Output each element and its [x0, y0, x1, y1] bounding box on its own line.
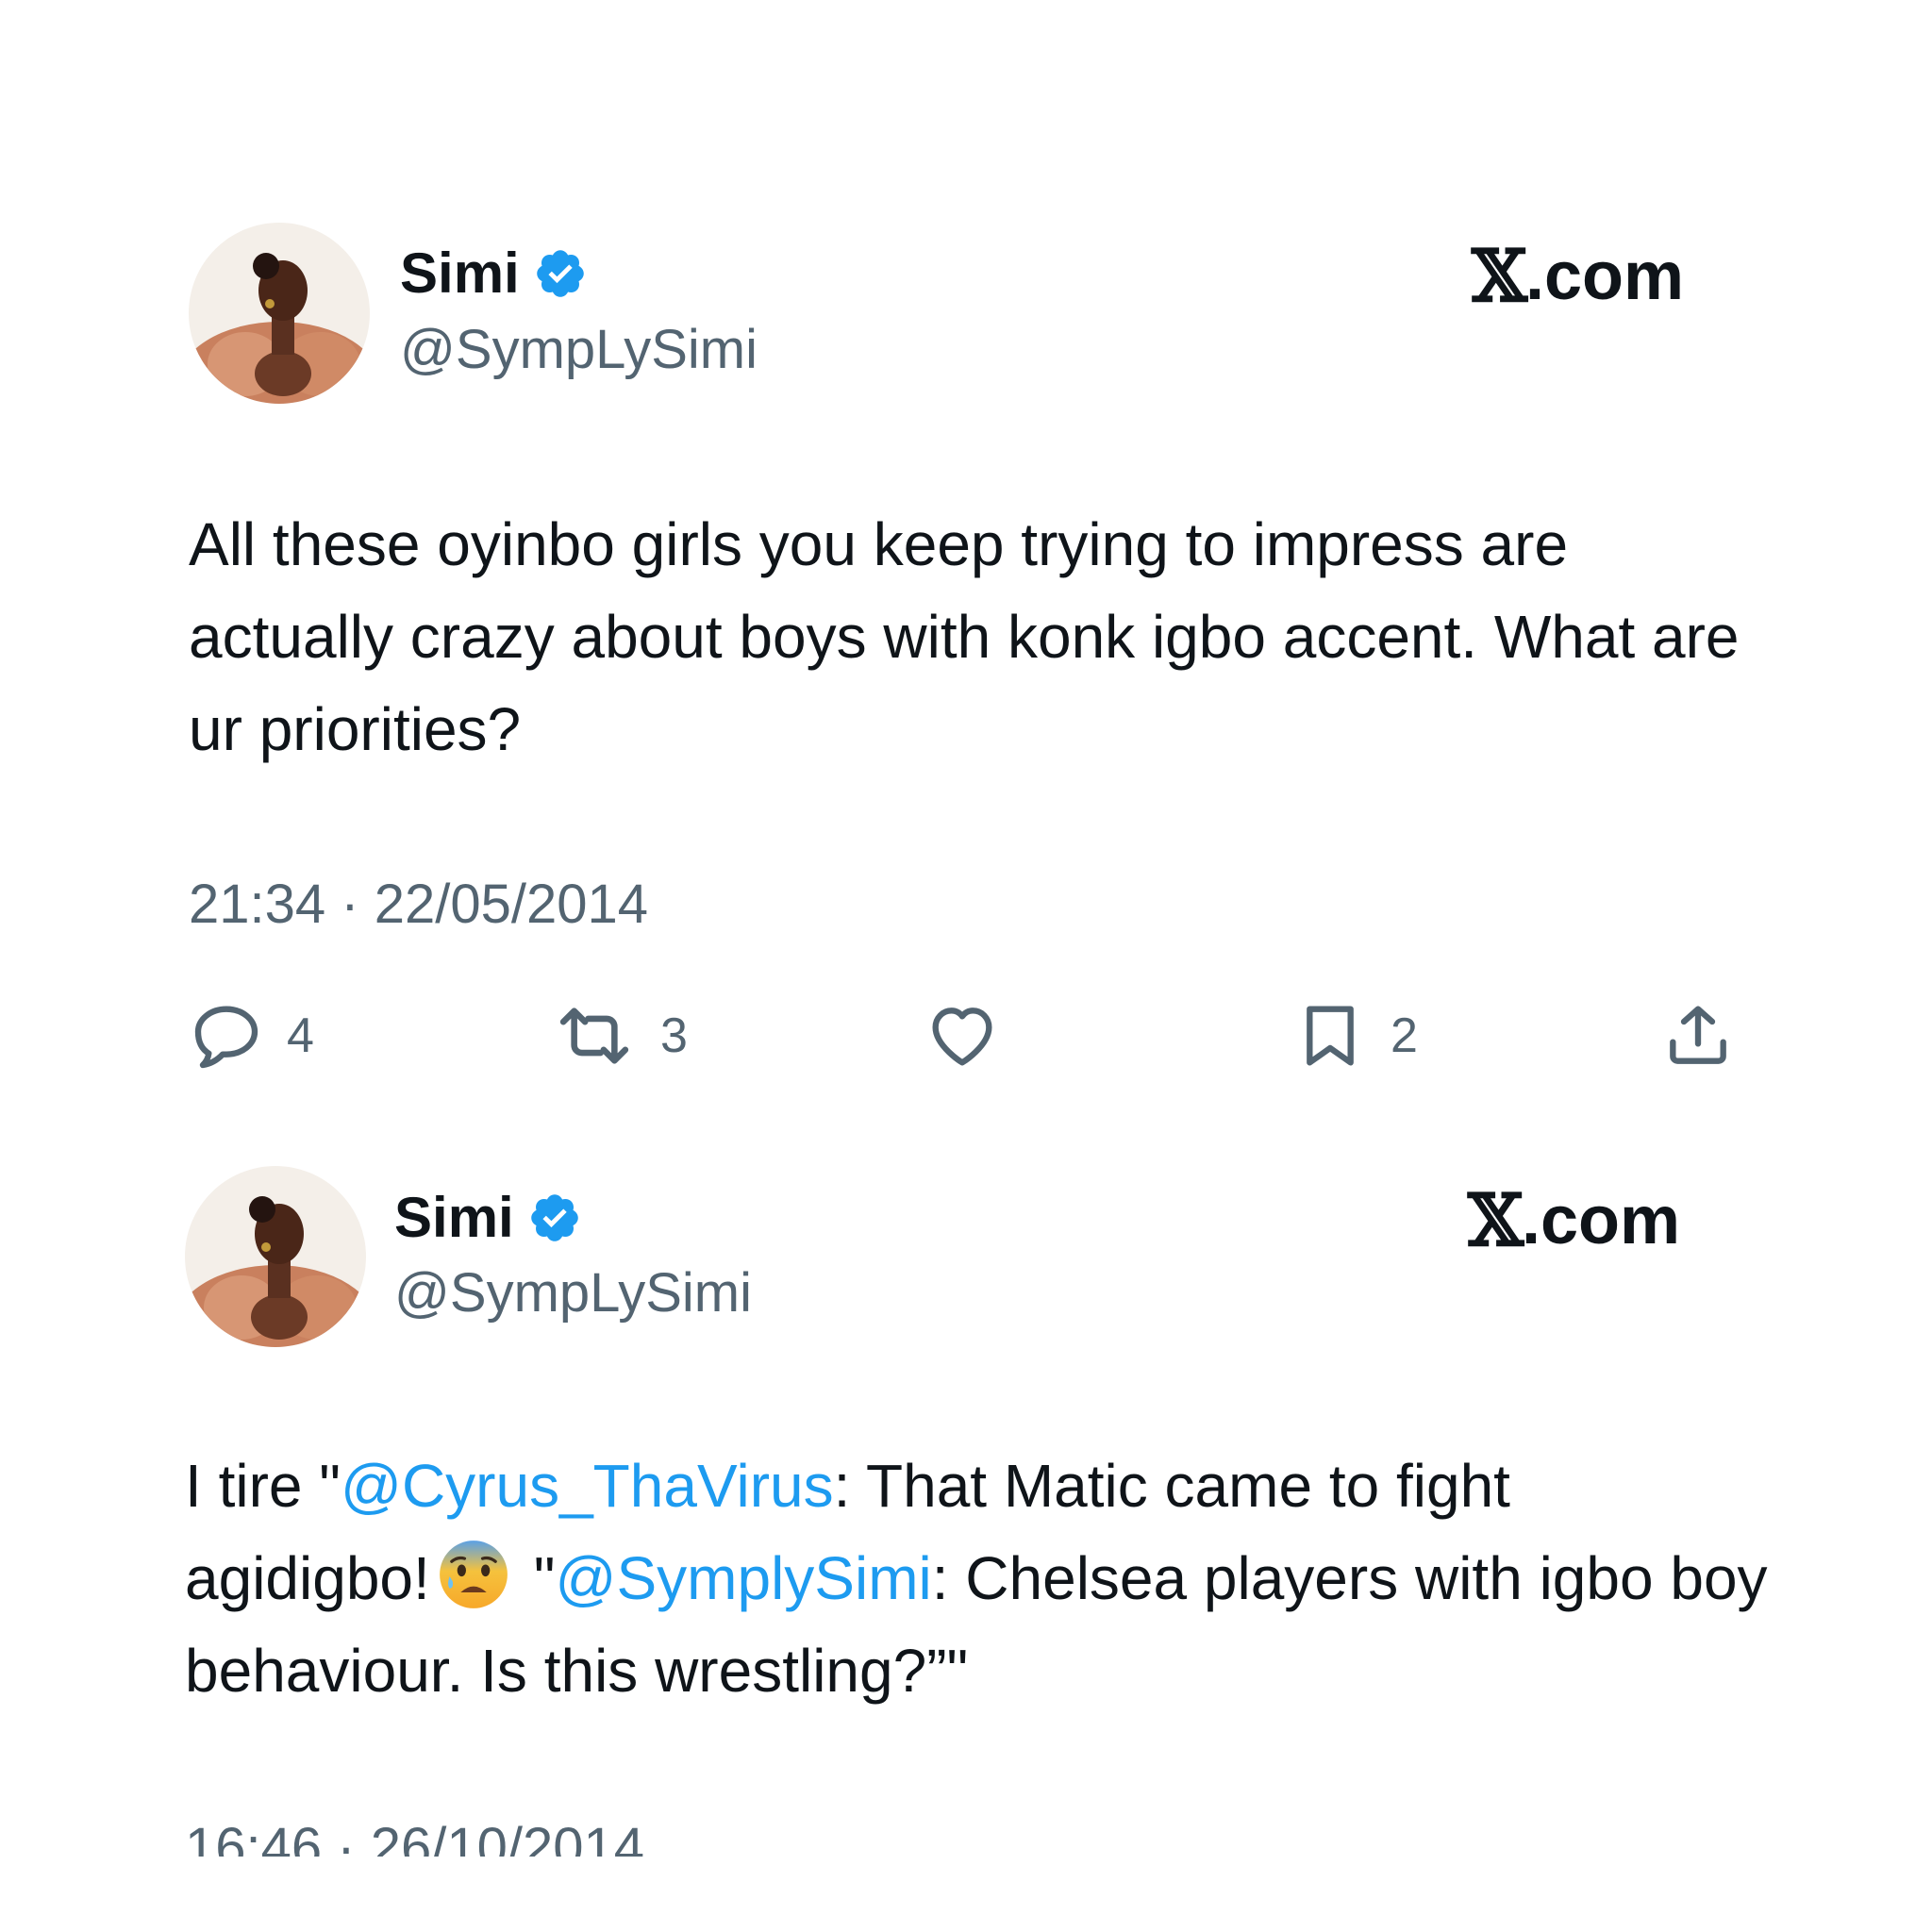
bookmark-button[interactable]: 2 [1292, 998, 1418, 1074]
share-icon [1660, 998, 1736, 1074]
reply-icon [189, 998, 264, 1074]
author-handle[interactable]: @SympLySimi [394, 1260, 752, 1326]
tweet-date: 26/10/2014 [370, 1817, 645, 1857]
tweet-text: I tire "@Cyrus_ThaVirus: That Matic came… [185, 1440, 1770, 1717]
tweet-date: 22/05/2014 [374, 874, 649, 935]
x-com-logo: 𝕏 .com [1468, 1178, 1681, 1262]
timestamp-separator: · [341, 874, 359, 935]
mention-link[interactable]: @SymplySimi [556, 1544, 932, 1612]
avatar[interactable] [189, 223, 370, 404]
repost-count: 3 [660, 1008, 688, 1063]
heart-icon [923, 998, 1002, 1074]
repost-button[interactable]: 3 [551, 998, 688, 1074]
timestamp-separator: · [337, 1817, 356, 1857]
tweet-time: 16:46 [185, 1817, 323, 1857]
author-name-row[interactable]: Simi [394, 1185, 582, 1251]
tweet-time: 21:34 [189, 874, 326, 935]
tweet-text-part: I tire " [185, 1452, 341, 1520]
tweet-text-part: " [533, 1544, 556, 1612]
anxious-face-emoji-icon [438, 1539, 509, 1610]
tweet-timestamp[interactable]: 16:46 · 26/10/2014 [185, 1815, 644, 1857]
mention-link[interactable]: @Cyrus_ThaVirus [341, 1452, 834, 1520]
x-com-logo: 𝕏 .com [1472, 234, 1685, 318]
timestamp-clip: 16:46 · 26/10/2014 [185, 1815, 940, 1857]
author-handle[interactable]: @SympLySimi [400, 317, 758, 383]
repost-icon [551, 998, 638, 1074]
x-com-domain: .com [1524, 239, 1685, 314]
author-name-row[interactable]: Simi [400, 241, 588, 307]
tweet-text: All these oyinbo girls you keep trying t… [189, 510, 1757, 763]
avatar[interactable] [185, 1166, 366, 1347]
x-logo-icon: 𝕏 [1468, 1178, 1524, 1262]
author-name[interactable]: Simi [394, 1185, 514, 1251]
x-logo-icon: 𝕏 [1472, 234, 1527, 318]
share-button[interactable] [1660, 998, 1736, 1074]
author-name[interactable]: Simi [400, 241, 520, 307]
bookmark-icon [1292, 998, 1368, 1074]
x-com-domain: .com [1521, 1183, 1681, 1258]
bookmark-count: 2 [1391, 1008, 1418, 1063]
like-button[interactable] [923, 998, 1002, 1074]
verified-badge-icon [533, 246, 588, 301]
reply-count: 4 [287, 1008, 314, 1063]
reply-button[interactable]: 4 [189, 998, 314, 1074]
verified-badge-icon [527, 1191, 582, 1245]
tweet-timestamp[interactable]: 21:34 · 22/05/2014 [189, 872, 648, 938]
